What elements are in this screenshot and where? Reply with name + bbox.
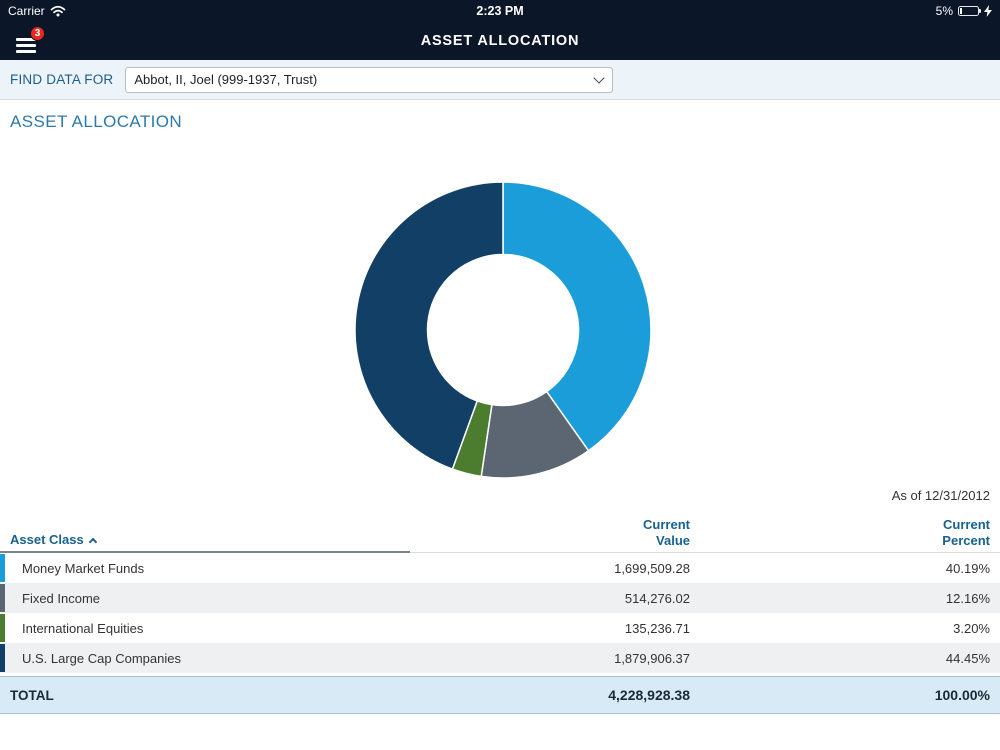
carrier-label: Carrier (8, 4, 45, 18)
table-row: International Equities 135,236.71 3.20% (0, 613, 1000, 643)
nav-bar: ASSET ALLOCATION 3 (0, 22, 1000, 60)
series-color-bar (0, 554, 5, 582)
section-heading: ASSET ALLOCATION (10, 112, 182, 132)
table-row: Money Market Funds 1,699,509.28 40.19% (0, 553, 1000, 583)
battery-percent-label: 5% (936, 4, 953, 18)
asset-allocation-donut-chart[interactable] (353, 180, 653, 480)
asset-class-cell: Money Market Funds (22, 561, 144, 576)
status-bar: Carrier 2:23 PM 5% (0, 0, 1000, 22)
current-percent-cell: 40.19% (946, 561, 990, 576)
sort-ascending-caret-icon (88, 538, 96, 546)
table-row: U.S. Large Cap Companies 1,879,906.37 44… (0, 643, 1000, 673)
notification-badge: 3 (30, 26, 45, 41)
current-percent-cell: 12.16% (946, 591, 990, 606)
app-header: Carrier 2:23 PM 5% ASSET ALLOCATION 3 (0, 0, 1000, 60)
current-percent-column-header: Current Percent (930, 517, 990, 549)
account-select-wrap: Abbot, II, Joel (999-1937, Trust) (125, 67, 613, 93)
total-percent: 100.00% (935, 687, 990, 703)
wifi-icon (50, 5, 66, 17)
hamburger-menu-icon (16, 38, 36, 56)
total-value: 4,228,928.38 (608, 687, 690, 703)
current-value-cell: 1,879,906.37 (614, 651, 690, 666)
asset-class-column-header[interactable]: Asset Class (10, 532, 96, 547)
page-title: ASSET ALLOCATION (0, 22, 1000, 60)
series-color-bar (0, 584, 5, 612)
table-header-row: Asset Class Current Value Current Percen… (0, 513, 1000, 553)
current-value-column-header: Current Value (632, 517, 690, 549)
current-value-cell: 135,236.71 (625, 621, 690, 636)
current-percent-cell: 3.20% (953, 621, 990, 636)
charging-bolt-icon (984, 5, 992, 17)
clock: 2:23 PM (0, 0, 1000, 22)
asset-allocation-table: Asset Class Current Value Current Percen… (0, 513, 1000, 714)
asset-class-cell: International Equities (22, 621, 143, 636)
find-data-bar: FIND DATA FOR Abbot, II, Joel (999-1937,… (0, 60, 1000, 100)
table-row: Fixed Income 514,276.02 12.16% (0, 583, 1000, 613)
asset-class-cell: Fixed Income (22, 591, 100, 606)
series-color-bar (0, 614, 5, 642)
as-of-date-label: As of 12/31/2012 (892, 488, 990, 503)
series-color-bar (0, 644, 5, 672)
current-value-cell: 1,699,509.28 (614, 561, 690, 576)
account-select[interactable]: Abbot, II, Joel (999-1937, Trust) (125, 67, 613, 93)
current-value-cell: 514,276.02 (625, 591, 690, 606)
battery-icon (958, 6, 979, 16)
total-row: TOTAL 4,228,928.38 100.00% (0, 676, 1000, 714)
menu-button[interactable]: 3 (14, 28, 48, 56)
asset-class-cell: U.S. Large Cap Companies (22, 651, 181, 666)
total-label: TOTAL (10, 688, 54, 703)
find-data-label: FIND DATA FOR (10, 72, 113, 87)
current-percent-cell: 44.45% (946, 651, 990, 666)
